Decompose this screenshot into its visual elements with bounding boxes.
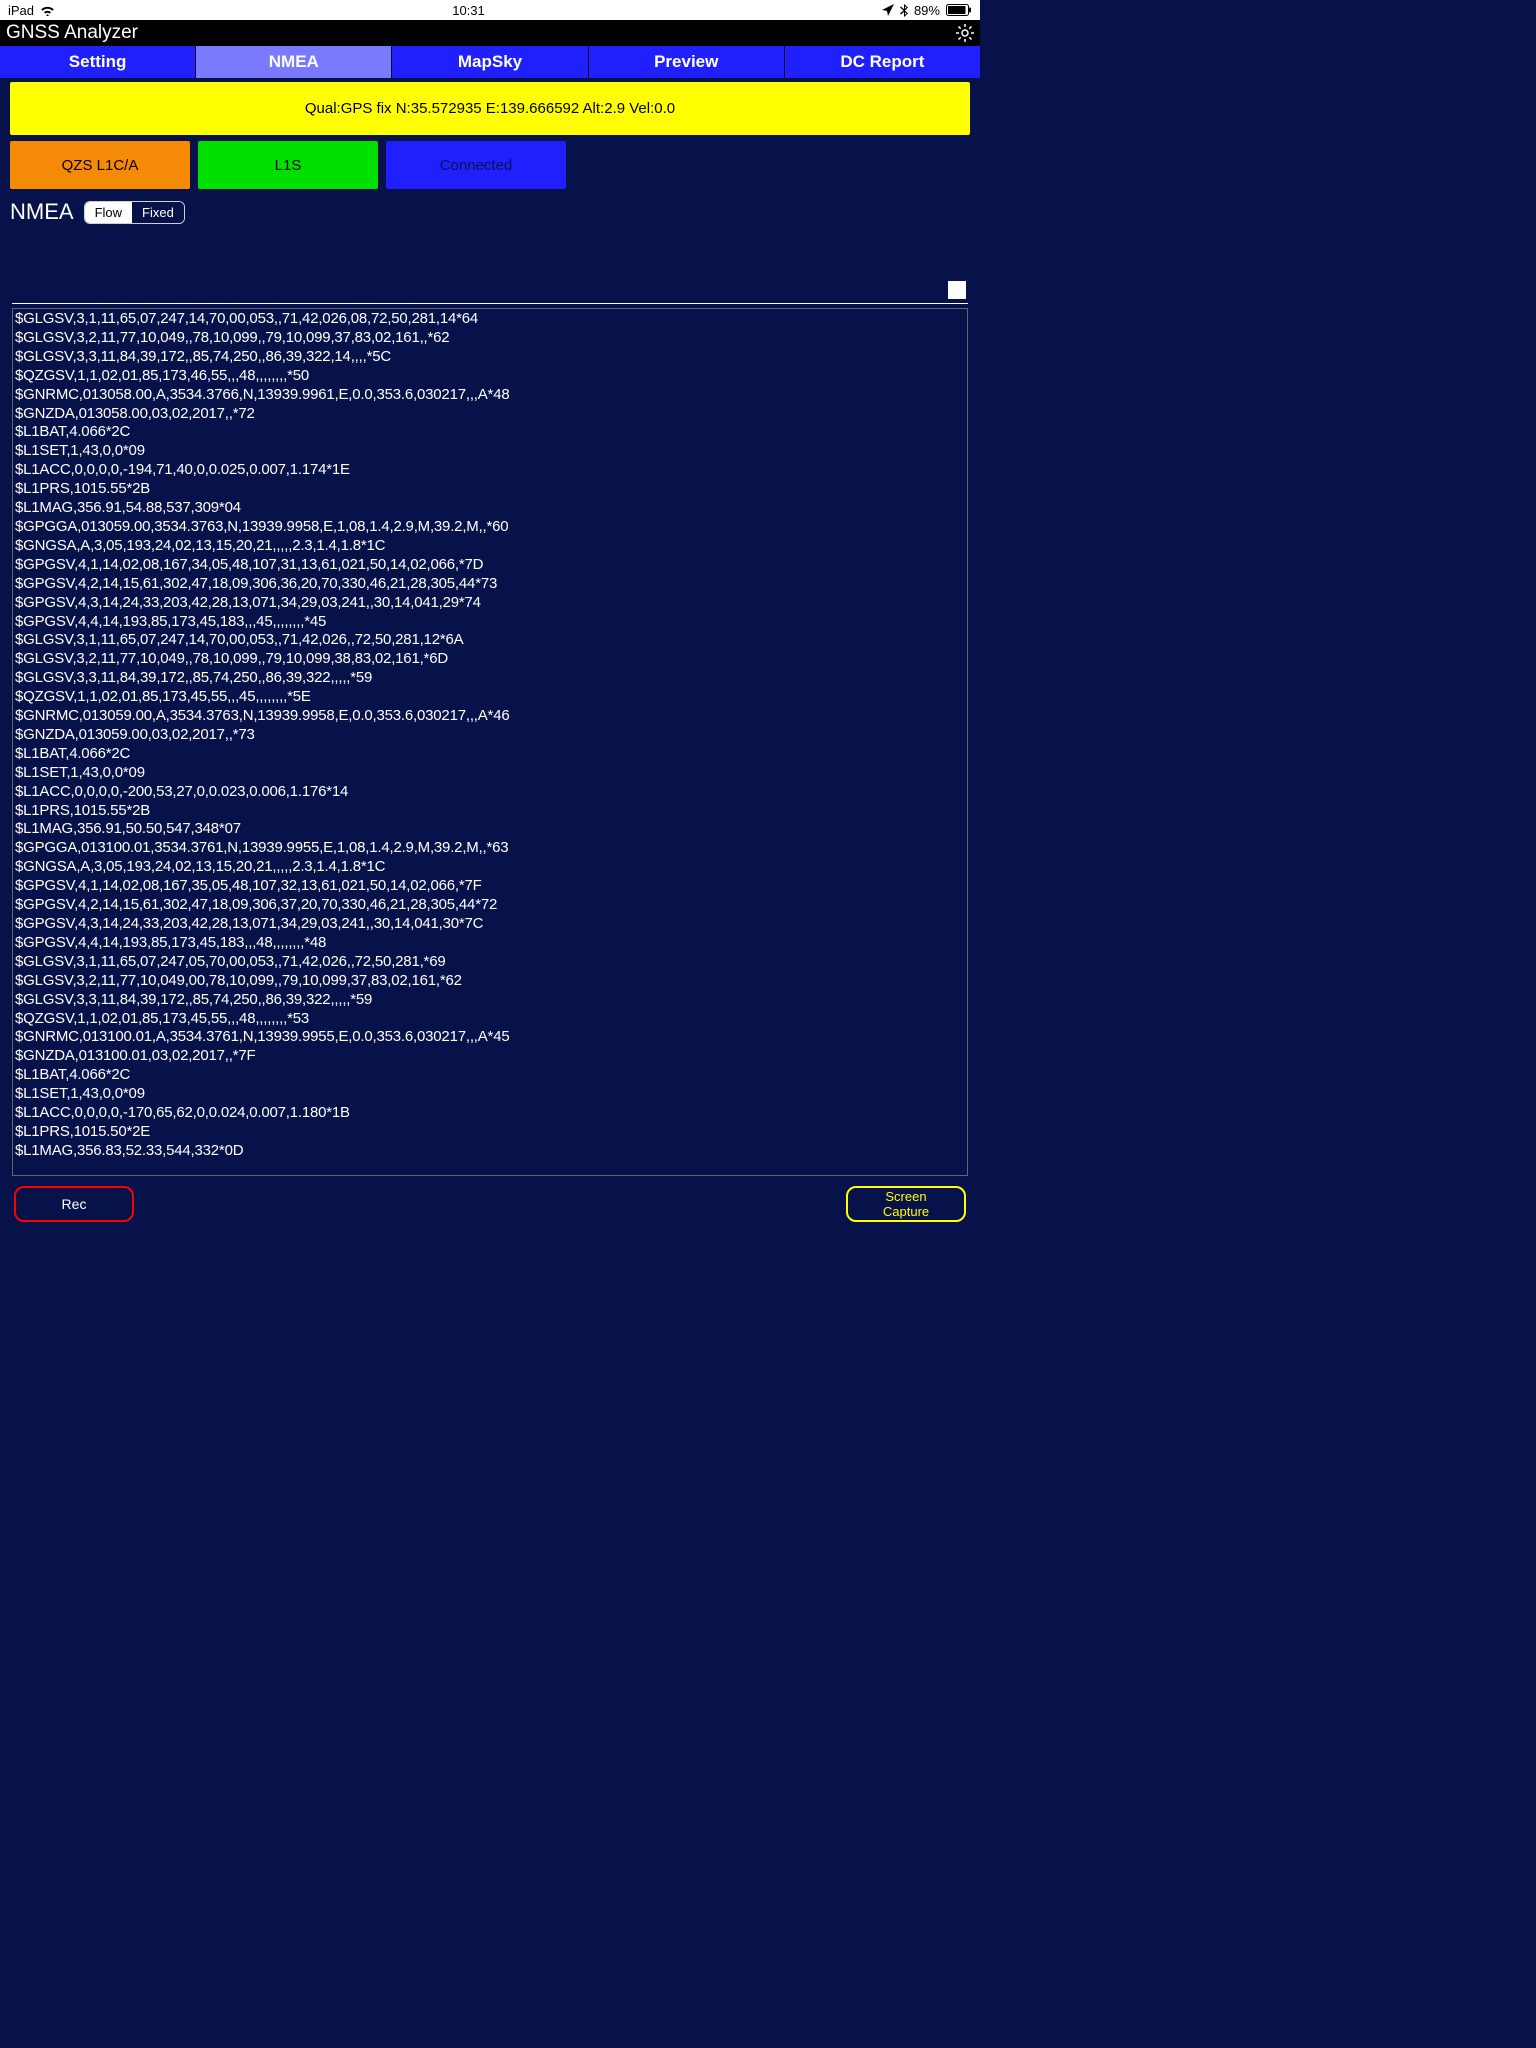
log-line: $L1ACC,0,0,0,0,-170,65,62,0,0.024,0.007,… [15,1104,965,1123]
log-line: $L1BAT,4.066*2C [15,1066,965,1085]
log-line: $GLGSV,3,2,11,77,10,049,,78,10,099,,79,1… [15,329,965,348]
log-line: $L1MAG,356.91,54.88,537,309*04 [15,499,965,518]
tab-nmea[interactable]: NMEA [196,46,392,78]
gear-icon[interactable] [956,24,974,42]
nmea-log[interactable]: $GLGSV,3,1,11,65,07,247,14,70,00,053,,71… [12,308,968,1176]
log-line: $GLGSV,3,3,11,84,39,172,,85,74,250,,86,3… [15,669,965,688]
log-line: $QZGSV,1,1,02,01,85,173,45,55,,,45,,,,,,… [15,688,965,707]
log-line: $GNZDA,013100.01,03,02,2017,,*7F [15,1047,965,1066]
wifi-icon [40,5,55,16]
battery-icon [946,4,972,16]
log-line: $GPGGA,013059.00,3534.3763,N,13939.9958,… [15,518,965,537]
clock: 10:31 [452,3,485,18]
quality-banner: Qual:GPS fix N:35.572935 E:139.666592 Al… [10,82,970,135]
log-line: $GPGSV,4,4,14,193,85,173,45,183,,,48,,,,… [15,934,965,953]
indicator-square[interactable] [948,281,966,299]
flow-fixed-toggle[interactable]: Flow Fixed [84,201,185,224]
log-line: $L1BAT,4.066*2C [15,423,965,442]
app-title-bar: GNSS Analyzer [0,20,980,46]
device-label: iPad [8,3,34,18]
log-line: $L1MAG,356.91,50.50,547,348*07 [15,820,965,839]
log-line: $GPGSV,4,2,14,15,61,302,47,18,09,306,36,… [15,575,965,594]
log-line: $GLGSV,3,1,11,65,07,247,05,70,00,053,,71… [15,953,965,972]
cap-line2: Capture [883,1204,929,1219]
footer-toolbar: Rec Screen Capture [0,1186,980,1230]
log-line: $GPGGA,013100.01,3534.3761,N,13939.9955,… [15,839,965,858]
tab-preview[interactable]: Preview [589,46,785,78]
log-line: $QZGSV,1,1,02,01,85,173,45,55,,,48,,,,,,… [15,1010,965,1029]
log-line: $GLGSV,3,2,11,77,10,049,00,78,10,099,,79… [15,972,965,991]
log-line: $GNRMC,013058.00,A,3534.3766,N,13939.996… [15,386,965,405]
log-line: $L1PRS,1015.55*2B [15,480,965,499]
tab-setting[interactable]: Setting [0,46,196,78]
divider [12,303,968,304]
log-line: $L1SET,1,43,0,0*09 [15,442,965,461]
log-line: $GNGSA,A,3,05,193,24,02,13,15,20,21,,,,,… [15,858,965,877]
pill-qzs[interactable]: QZS L1C/A [10,141,190,189]
section-title: NMEA [10,199,74,225]
log-line: $L1MAG,356.83,52.33,544,332*0D [15,1142,965,1161]
nmea-section-header: NMEA Flow Fixed [0,195,980,231]
pill-connected[interactable]: Connected [386,141,566,189]
log-line: $GPGSV,4,3,14,24,33,203,42,28,13,071,34,… [15,915,965,934]
log-line: $L1ACC,0,0,0,0,-200,53,27,0,0.023,0.006,… [15,783,965,802]
seg-flow[interactable]: Flow [85,202,132,223]
screen-capture-button[interactable]: Screen Capture [846,1186,966,1222]
tab-mapsky[interactable]: MapSky [392,46,588,78]
log-line: $QZGSV,1,1,02,01,85,173,46,55,,,48,,,,,,… [15,367,965,386]
log-line: $L1SET,1,43,0,0*09 [15,764,965,783]
log-line: $GLGSV,3,3,11,84,39,172,,85,74,250,,86,3… [15,991,965,1010]
tab-dcreport[interactable]: DC Report [785,46,980,78]
log-line: $GPGSV,4,2,14,15,61,302,47,18,09,306,37,… [15,896,965,915]
log-line: $GLGSV,3,2,11,77,10,049,,78,10,099,,79,1… [15,650,965,669]
log-line: $GLGSV,3,3,11,84,39,172,,85,74,250,,86,3… [15,348,965,367]
log-line: $GLGSV,3,1,11,65,07,247,14,70,00,053,,71… [15,631,965,650]
log-line: $GNZDA,013059.00,03,02,2017,,*73 [15,726,965,745]
cap-line1: Screen [883,1189,929,1204]
log-line: $GPGSV,4,3,14,24,33,203,42,28,13,071,34,… [15,594,965,613]
log-line: $L1PRS,1015.50*2E [15,1123,965,1142]
log-line: $GPGSV,4,1,14,02,08,167,34,05,48,107,31,… [15,556,965,575]
pill-l1s[interactable]: L1S [198,141,378,189]
log-line: $GNRMC,013100.01,A,3534.3761,N,13939.995… [15,1028,965,1047]
log-line: $GNZDA,013058.00,03,02,2017,,*72 [15,405,965,424]
log-line: $L1PRS,1015.55*2B [15,802,965,821]
log-line: $GNRMC,013059.00,A,3534.3763,N,13939.995… [15,707,965,726]
app-title: GNSS Analyzer [6,22,138,44]
bluetooth-icon [900,4,908,17]
log-line: $GNGSA,A,3,05,193,24,02,13,15,20,21,,,,,… [15,537,965,556]
battery-percent: 89% [914,3,940,18]
ios-status-bar: iPad 10:31 89% [0,0,980,20]
seg-fixed[interactable]: Fixed [132,202,184,223]
log-line: $GPGSV,4,4,14,193,85,173,45,183,,,45,,,,… [15,613,965,632]
main-tabs: Setting NMEA MapSky Preview DC Report [0,46,980,78]
log-line: $GPGSV,4,1,14,02,08,167,35,05,48,107,32,… [15,877,965,896]
rec-button[interactable]: Rec [14,1186,134,1222]
location-icon [882,4,894,16]
log-line: $L1BAT,4.066*2C [15,745,965,764]
log-line: $GLGSV,3,1,11,65,07,247,14,70,00,053,,71… [15,310,965,329]
status-right: 89% [882,3,972,18]
status-left: iPad [8,3,55,18]
log-line: $L1SET,1,43,0,0*09 [15,1085,965,1104]
log-line: $L1ACC,0,0,0,0,-194,71,40,0,0.025,0.007,… [15,461,965,480]
status-pill-row: QZS L1C/A L1S Connected [0,141,980,195]
